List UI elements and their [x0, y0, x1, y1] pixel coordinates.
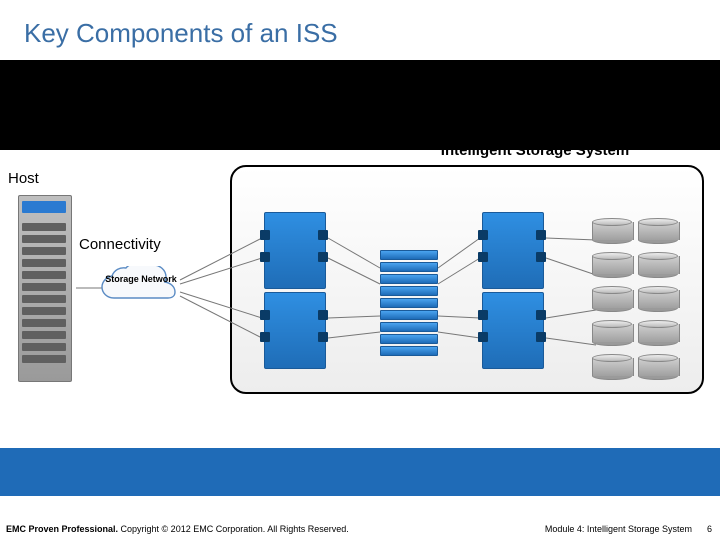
- footer-bar: [0, 448, 720, 496]
- footer-left: EMC Proven Professional. Copyright © 201…: [6, 524, 349, 534]
- cache-icon: [378, 250, 438, 360]
- footer-page-number: 6: [707, 524, 712, 534]
- black-band: [0, 60, 720, 150]
- connectivity-label: Connectivity: [79, 236, 161, 253]
- storage-network-label: Storage Network: [100, 274, 182, 285]
- storage-network-cloud-icon: Storage Network: [100, 266, 182, 310]
- slide: Key Components of an ISS Intelligent Sto…: [0, 0, 720, 540]
- host-server-icon: [12, 195, 76, 385]
- footer-module: Module 4: Intelligent Storage System: [545, 524, 692, 534]
- iss-label: Intelligent Storage System: [350, 142, 720, 159]
- footer-brand: EMC Proven Professional.: [6, 524, 118, 534]
- slide-title: Key Components of an ISS: [24, 18, 338, 49]
- footer-copyright: Copyright © 2012 EMC Corporation. All Ri…: [118, 524, 349, 534]
- host-label: Host: [8, 170, 39, 187]
